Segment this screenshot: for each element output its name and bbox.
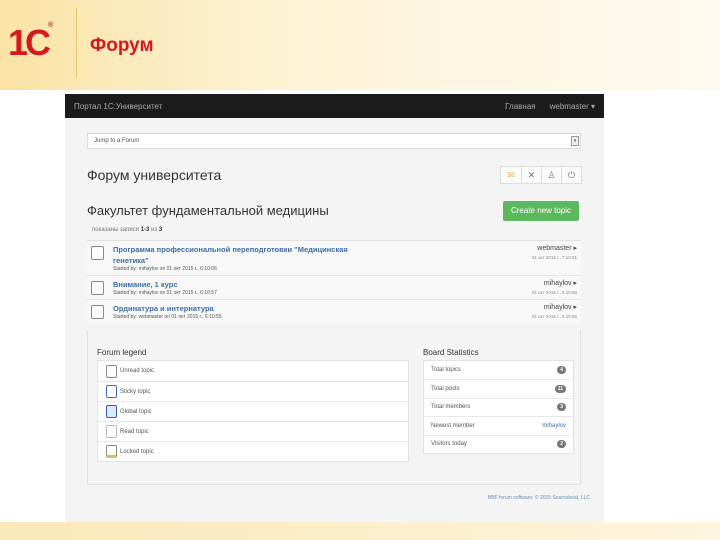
table-row: Внимание, 1 курс Started by: mihaylov on … xyxy=(87,275,581,299)
slide-title: Форум xyxy=(90,35,154,56)
topic-link[interactable]: Программа профессиональной переподготовк… xyxy=(113,244,373,266)
footer-credit[interactable]: BBF forum software, © 2015 Sourcebeat, L… xyxy=(488,495,590,501)
last-date: 01 окт 2015 г., 7:10:01 xyxy=(531,255,577,260)
legend-item: Locked topic xyxy=(98,441,408,461)
slide-header: 1С® Форум xyxy=(0,0,720,90)
legend-item: Sticky topic xyxy=(98,381,408,401)
last-poster[interactable]: webmaster ▸ xyxy=(532,244,577,252)
envelope-icon[interactable]: ✉ xyxy=(501,167,521,183)
forum-info: Forum legend Board Statistics Unread top… xyxy=(87,330,581,485)
create-new-topic-button[interactable]: Create new topic xyxy=(503,201,579,221)
1c-logo: 1С® xyxy=(8,22,53,63)
last-poster[interactable]: mihaylov ▸ xyxy=(532,303,577,311)
legend-item: Global topic xyxy=(98,401,408,421)
forum-legend: Unread topic Sticky topic Global topic R… xyxy=(97,360,409,462)
forum-screenshot: Портал 1С:Университет Главная webmaster … xyxy=(65,94,604,522)
brand-link[interactable]: Портал 1С:Университет xyxy=(74,102,162,111)
home-link[interactable]: Главная xyxy=(505,102,535,111)
slide-footer xyxy=(0,522,720,540)
topic-started: Started by: mihaylov on 01 окт 2015 г., … xyxy=(113,290,217,296)
chevron-down-icon: ▾ xyxy=(571,136,579,146)
newest-member-link[interactable]: mihaylov xyxy=(542,423,566,429)
stat-total-members: Total members 3 xyxy=(424,397,573,416)
global-topic-icon xyxy=(106,405,117,418)
stats-title: Board Statistics xyxy=(423,348,479,357)
locked-topic-icon xyxy=(106,445,117,458)
topic-list: Программа профессиональной переподготовк… xyxy=(87,240,581,323)
faculty-title: Факультет фундаментальной медицины xyxy=(87,203,329,218)
legend-item: Read topic xyxy=(98,421,408,441)
stat-total-posts: Total posts 11 xyxy=(424,379,573,397)
forum-title: Форум университета xyxy=(87,167,222,183)
read-topic-icon xyxy=(106,425,117,438)
table-row: Программа профессиональной переподготовк… xyxy=(87,240,581,275)
topic-link[interactable]: Внимание, 1 курс xyxy=(113,279,373,290)
legend-title: Forum legend xyxy=(97,348,147,357)
topic-icon xyxy=(91,246,104,260)
toolbar: ✉ ✕ ♙ ⏻ xyxy=(500,166,582,184)
select-value: Jump to a Forum xyxy=(94,138,140,144)
topic-started: Started by: webmaster on 01 окт 2015 г.,… xyxy=(113,314,222,320)
topic-icon xyxy=(91,281,104,295)
stat-total-topics: Total topics 4 xyxy=(424,361,573,379)
power-icon[interactable]: ⏻ xyxy=(561,167,581,183)
board-statistics: Total topics 4 Total posts 11 Total member… xyxy=(423,360,574,454)
topic-count: показаны записи 1-3 из 3 xyxy=(92,227,163,233)
last-poster[interactable]: mihaylov ▸ xyxy=(532,279,577,287)
user-icon[interactable]: ♙ xyxy=(541,167,561,183)
topic-started: Started by: mihaylov on 01 окт 2015 г., … xyxy=(113,266,217,272)
divider xyxy=(76,8,77,78)
topic-icon xyxy=(91,305,104,319)
tools-icon[interactable]: ✕ xyxy=(521,167,541,183)
last-date: 01 окт 2015 г., 6:10:58 xyxy=(531,290,577,295)
table-row: Ординатура и интернатура Started by: webm… xyxy=(87,299,581,323)
last-date: 01 окт 2015 г., 6:10:56 xyxy=(531,314,577,319)
navbar: Портал 1С:Университет Главная webmaster … xyxy=(65,94,604,118)
legend-item: Unread topic xyxy=(98,361,408,381)
unread-topic-icon xyxy=(106,364,117,378)
stat-visitors-today: Visitors today 2 xyxy=(424,434,573,453)
jump-to-forum-select[interactable]: Jump to a Forum ▾ xyxy=(87,133,581,149)
topic-link[interactable]: Ординатура и интернатура xyxy=(113,303,373,314)
sticky-topic-icon xyxy=(106,385,117,398)
stat-newest-member: Newest member mihaylov xyxy=(424,416,573,434)
user-menu[interactable]: webmaster ▾ xyxy=(550,102,595,111)
